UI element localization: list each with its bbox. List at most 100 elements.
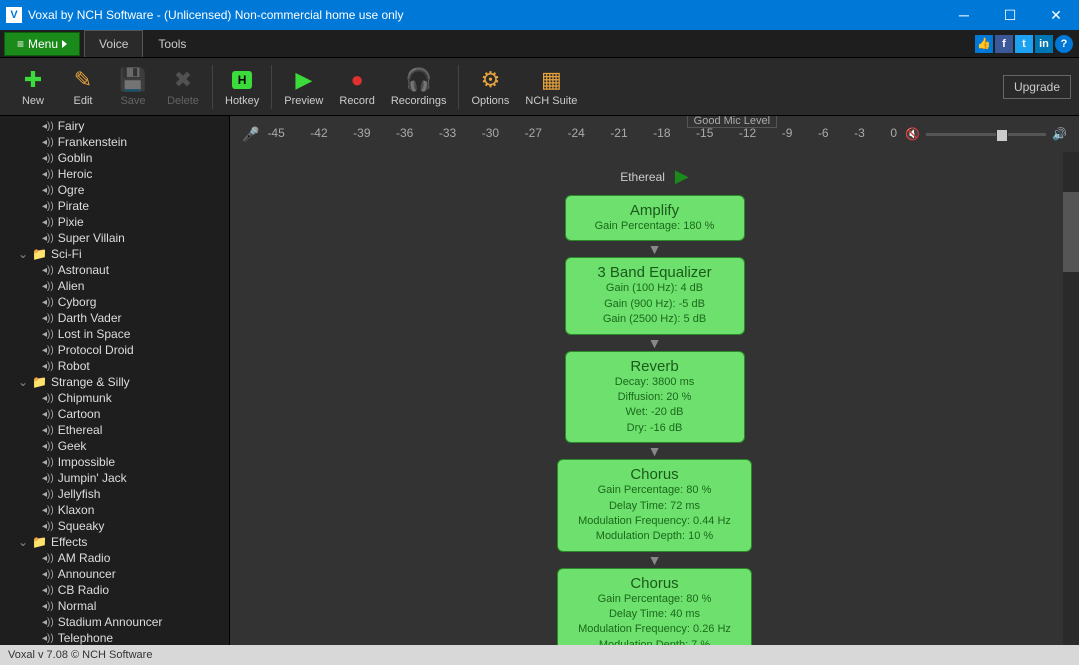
voice-cartoon[interactable]: ◂))Cartoon [0,406,229,422]
upgrade-button[interactable]: Upgrade [1003,75,1071,99]
effect-block-amplify[interactable]: AmplifyGain Percentage: 180 % [565,195,745,241]
meter-scale: Good Mic Level -45-42-39-36-33-30-27-24-… [267,122,897,146]
folder-sci-fi[interactable]: ⌄📁Sci-Fi [0,246,229,262]
maximize-button[interactable]: ☐ [987,0,1033,30]
voice-chipmunk[interactable]: ◂))Chipmunk [0,390,229,406]
toolbar-preview[interactable]: ▶Preview [276,63,331,111]
voice-icon: ◂)) [42,185,54,196]
voice-astronaut[interactable]: ◂))Astronaut [0,262,229,278]
toolbar-nch-suite[interactable]: ▦NCH Suite [517,63,585,111]
menu-button[interactable]: ≡Menu [4,32,80,56]
tree-label: Cyborg [58,295,97,309]
voice-cyborg[interactable]: ◂)) Cyborg [0,294,229,310]
voice-alien[interactable]: ◂)) Alien [0,278,229,294]
voice-darth-vader[interactable]: ◂)) Darth Vader [0,310,229,326]
minimize-button[interactable]: ─ [941,0,987,30]
voice-jellyfish[interactable]: ◂))Jellyfish [0,486,229,502]
voice-klaxon[interactable]: ◂))Klaxon [0,502,229,518]
voice-heroic[interactable]: ◂))Heroic [0,166,229,182]
linkedin-icon[interactable]: in [1035,35,1053,53]
toolbar-record[interactable]: ●Record [331,63,382,111]
toolbar-hotkey[interactable]: HHotkey [217,63,267,111]
speaker-icon[interactable]: 🔊 [1052,127,1067,141]
voice-ogre[interactable]: ◂))Ogre [0,182,229,198]
help-icon[interactable]: ? [1055,35,1073,53]
toolbar-recordings[interactable]: 🎧Recordings [383,63,455,111]
voice-frankenstein[interactable]: ◂))Frankenstein [0,134,229,150]
toolbar-options[interactable]: ⚙ Options [463,63,517,111]
voice-robot[interactable]: ◂))Robot [0,358,229,374]
voice-telephone[interactable]: ◂))Telephone [0,630,229,645]
window-controls: ─ ☐ ✕ [941,0,1079,30]
effect-param: Delay Time: 72 ms [578,499,731,514]
expand-icon[interactable]: ⌄ [18,247,28,261]
effect-block-chorus[interactable]: ChorusGain Percentage: 80 %Delay Time: 7… [557,459,752,552]
canvas-scrollbar[interactable] [1063,152,1079,645]
toolbar-edit[interactable]: ✎Edit [58,63,108,111]
effect-block-reverb[interactable]: ReverbDecay: 3800 msDiffusion: 20 %Wet: … [565,351,745,444]
main-panel: 🎤 Good Mic Level -45-42-39-36-33-30-27-2… [230,116,1079,645]
toolbar: ✚New✎Edit💾Save✖DeleteHHotkey▶Preview●Rec… [0,58,1079,116]
voice-icon: ◂)) [42,345,54,356]
voice-protocol-droid[interactable]: ◂))Protocol Droid [0,342,229,358]
voice-icon: ◂)) [42,297,54,308]
mute-icon[interactable]: 🔇 [905,127,920,141]
folder-effects[interactable]: ⌄📁Effects [0,534,229,550]
voice-goblin[interactable]: ◂))Goblin [0,150,229,166]
voice-geek[interactable]: ◂))Geek [0,438,229,454]
toolbar-label: Record [339,95,374,107]
effect-chain-canvas[interactable]: Ethereal ▶ AmplifyGain Percentage: 180 %… [230,152,1079,645]
volume-slider[interactable] [926,133,1046,136]
toolbar-new[interactable]: ✚New [8,63,58,111]
voice-jumpin-jack[interactable]: ◂))Jumpin' Jack [0,470,229,486]
voice-icon: ◂)) [42,281,54,292]
voice-tree[interactable]: ◂))Fairy◂))Frankenstein◂))Goblin◂))Heroi… [0,116,230,645]
voice-icon: ◂)) [42,569,54,580]
voice-ethereal[interactable]: ◂))Ethereal [0,422,229,438]
expand-icon[interactable]: ⌄ [18,535,28,549]
chain-title: Ethereal [620,170,665,184]
play-icon[interactable]: ▶ [675,166,689,187]
voice-squeaky[interactable]: ◂))Squeaky [0,518,229,534]
toolbar-label: Options [471,95,509,107]
like-icon[interactable]: 👍 [975,35,993,53]
effect-param: Wet: -20 dB [586,405,724,420]
close-button[interactable]: ✕ [1033,0,1079,30]
status-bar: Voxal v 7.08 © NCH Software [0,645,1079,665]
voice-impossible[interactable]: ◂))Impossible [0,454,229,470]
folder-strange-silly[interactable]: ⌄📁Strange & Silly [0,374,229,390]
tree-label: Ethereal [58,423,103,437]
tab-tools[interactable]: Tools [143,30,201,58]
toolbar-label: Recordings [391,95,447,107]
effect-block-chorus[interactable]: ChorusGain Percentage: 80 %Delay Time: 4… [557,568,752,645]
voice-pixie[interactable]: ◂))Pixie [0,214,229,230]
expand-icon[interactable]: ⌄ [18,375,28,389]
tab-voice[interactable]: Voice [84,30,143,57]
meter-tick: 0 [890,126,897,140]
app-window: V Voxal by NCH Software - (Unlicensed) N… [0,0,1079,665]
voice-lost-in-space[interactable]: ◂))Lost in Space [0,326,229,342]
facebook-icon[interactable]: f [995,35,1013,53]
effect-block-3-band-equalizer[interactable]: 3 Band EqualizerGain (100 Hz): 4 dBGain … [565,257,745,334]
effect-param: Gain (2500 Hz): 5 dB [586,312,724,327]
tree-label: Alien [58,279,85,293]
voice-fairy[interactable]: ◂))Fairy [0,118,229,134]
voice-super-villain[interactable]: ◂))Super Villain [0,230,229,246]
options-icon: ⚙ [481,67,501,93]
tree-label: Fairy [58,119,85,133]
toolbar-label: Save [120,95,145,107]
voice-normal[interactable]: ◂))Normal [0,598,229,614]
voice-announcer[interactable]: ◂))Announcer [0,566,229,582]
edit-icon: ✎ [74,67,92,93]
voice-icon: ◂)) [42,617,54,628]
voice-cb-radio[interactable]: ◂))CB Radio [0,582,229,598]
voice-icon: ◂)) [42,313,54,324]
voice-pirate[interactable]: ◂))Pirate [0,198,229,214]
tree-label: Darth Vader [58,311,122,325]
twitter-icon[interactable]: t [1015,35,1033,53]
preview-icon: ▶ [295,67,312,93]
voice-am-radio[interactable]: ◂))AM Radio [0,550,229,566]
voice-stadium-announcer[interactable]: ◂))Stadium Announcer [0,614,229,630]
effect-param: Modulation Depth: 7 % [578,638,731,645]
tree-label: Super Villain [58,231,125,245]
